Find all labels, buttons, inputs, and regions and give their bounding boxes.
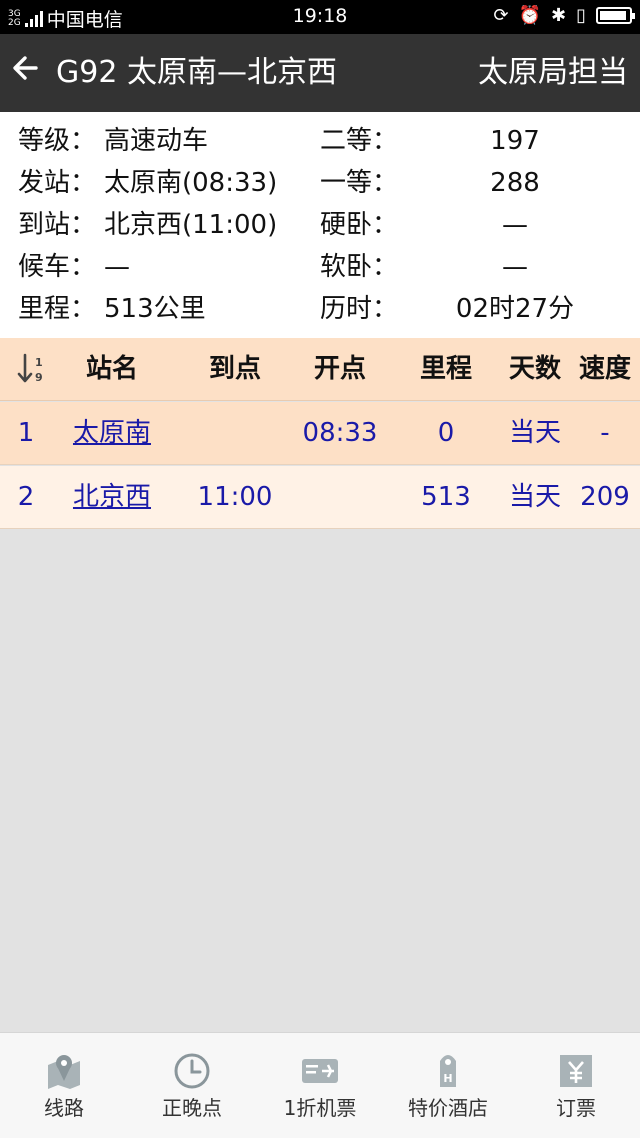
column-depart[interactable]: 开点 bbox=[290, 338, 390, 401]
battery-icon bbox=[596, 7, 635, 24]
tab-label: 1折机票 bbox=[283, 1096, 357, 1120]
column-day[interactable]: 天数 bbox=[490, 338, 580, 401]
row-number: 2 bbox=[17, 482, 35, 512]
speed-value: 209 bbox=[580, 482, 630, 512]
info-row: 发站： 太原南(08:33) 一等： 288 bbox=[0, 162, 640, 204]
plane-ticket-icon bbox=[302, 1059, 338, 1083]
seat-label: 历时： bbox=[320, 294, 399, 324]
table-row[interactable]: 1 太原南 08:33 0 当天 - bbox=[0, 402, 640, 465]
info-label: 等级： bbox=[18, 126, 97, 156]
column-speed[interactable]: 速度 bbox=[574, 338, 636, 401]
seat-label: 二等： bbox=[320, 126, 399, 156]
info-value: 513公里 bbox=[104, 294, 206, 324]
title-bar: G92 太原南—北京西 太原局担当 bbox=[0, 34, 640, 112]
tab-route[interactable]: 线路 bbox=[0, 1033, 128, 1138]
bureau-label: 太原局担当 bbox=[478, 55, 628, 90]
tab-label: 正晚点 bbox=[162, 1096, 222, 1120]
column-mileage[interactable]: 里程 bbox=[396, 338, 496, 401]
station-link[interactable]: 北京西 bbox=[73, 482, 151, 512]
info-row: 等级： 高速动车 二等： 197 bbox=[0, 120, 640, 162]
map-icon bbox=[48, 1055, 80, 1089]
seat-value: 288 bbox=[490, 168, 540, 198]
seat-value: — bbox=[502, 252, 528, 282]
bottom-tab-bar: 线路 正晚点 1折机票 H 特价酒店 订票 bbox=[0, 1032, 640, 1138]
seat-label: 软卧： bbox=[320, 252, 399, 282]
seat-label: 硬卧： bbox=[320, 210, 399, 240]
info-label: 里程： bbox=[18, 294, 97, 324]
arrive-time: 11:00 bbox=[197, 482, 273, 512]
info-label: 发站： bbox=[18, 168, 97, 198]
hotel-tag-icon: H bbox=[440, 1055, 456, 1087]
info-value: 太原南(08:33) bbox=[104, 168, 278, 198]
back-arrow-icon[interactable] bbox=[10, 52, 40, 92]
rotation-lock-icon: ⟳ bbox=[493, 5, 509, 26]
info-row: 里程： 513公里 历时： 02时27分 bbox=[0, 288, 640, 330]
seat-value: 02时27分 bbox=[455, 294, 575, 324]
station-link[interactable]: 太原南 bbox=[73, 418, 151, 448]
tab-flight[interactable]: 1折机票 bbox=[256, 1033, 384, 1138]
clock-icon bbox=[174, 1053, 210, 1089]
info-value: — bbox=[104, 252, 130, 282]
alarm-icon: ⏰ bbox=[518, 5, 541, 26]
info-value: 北京西(11:00) bbox=[104, 210, 278, 240]
svg-text:9: 9 bbox=[35, 371, 43, 384]
tab-booking[interactable]: 订票 bbox=[512, 1033, 640, 1138]
table-row[interactable]: 2 北京西 11:00 513 当天 209 bbox=[0, 466, 640, 529]
info-row: 到站： 北京西(11:00) 硬卧： — bbox=[0, 204, 640, 246]
vibrate-icon: ▯ bbox=[576, 5, 586, 26]
info-value: 高速动车 bbox=[104, 126, 209, 156]
speed-value: - bbox=[600, 418, 610, 448]
seat-label: 一等： bbox=[320, 168, 399, 198]
depart-time: 08:33 bbox=[302, 418, 378, 448]
svg-text:1: 1 bbox=[35, 356, 43, 369]
tab-delay[interactable]: 正晚点 bbox=[128, 1033, 256, 1138]
info-label: 候车： bbox=[18, 252, 97, 282]
seat-value: 197 bbox=[490, 126, 540, 156]
day-value: 当天 bbox=[508, 418, 561, 448]
day-value: 当天 bbox=[508, 482, 561, 512]
svg-text:H: H bbox=[443, 1072, 452, 1085]
tab-label: 特价酒店 bbox=[408, 1096, 488, 1120]
table-header: 1 9 站名 到点 开点 里程 天数 速度 bbox=[0, 338, 640, 401]
column-arrive[interactable]: 到点 bbox=[185, 338, 285, 401]
row-number: 1 bbox=[17, 418, 35, 448]
tab-label: 线路 bbox=[44, 1096, 84, 1120]
info-label: 到站： bbox=[18, 210, 97, 240]
tab-label: 订票 bbox=[556, 1096, 596, 1120]
sort-icon[interactable]: 1 9 bbox=[16, 352, 46, 386]
column-station[interactable]: 站名 bbox=[62, 338, 162, 401]
train-info-panel: 等级： 高速动车 二等： 197 发站： 太原南(08:33) 一等： 288 … bbox=[0, 112, 640, 338]
yen-ticket-icon bbox=[560, 1055, 592, 1087]
mileage-value: 0 bbox=[437, 418, 455, 448]
seat-value: — bbox=[502, 210, 528, 240]
info-row: 候车： — 软卧： — bbox=[0, 246, 640, 288]
page-title: G92 太原南—北京西 bbox=[56, 55, 337, 90]
mileage-value: 513 bbox=[421, 482, 471, 512]
bluetooth-icon: ✱ bbox=[551, 5, 567, 26]
tab-hotel[interactable]: H 特价酒店 bbox=[384, 1033, 512, 1138]
status-bar: 3G 2G 中国电信 19:18 ⟳ ⏰ ✱ ▯ bbox=[0, 0, 640, 34]
